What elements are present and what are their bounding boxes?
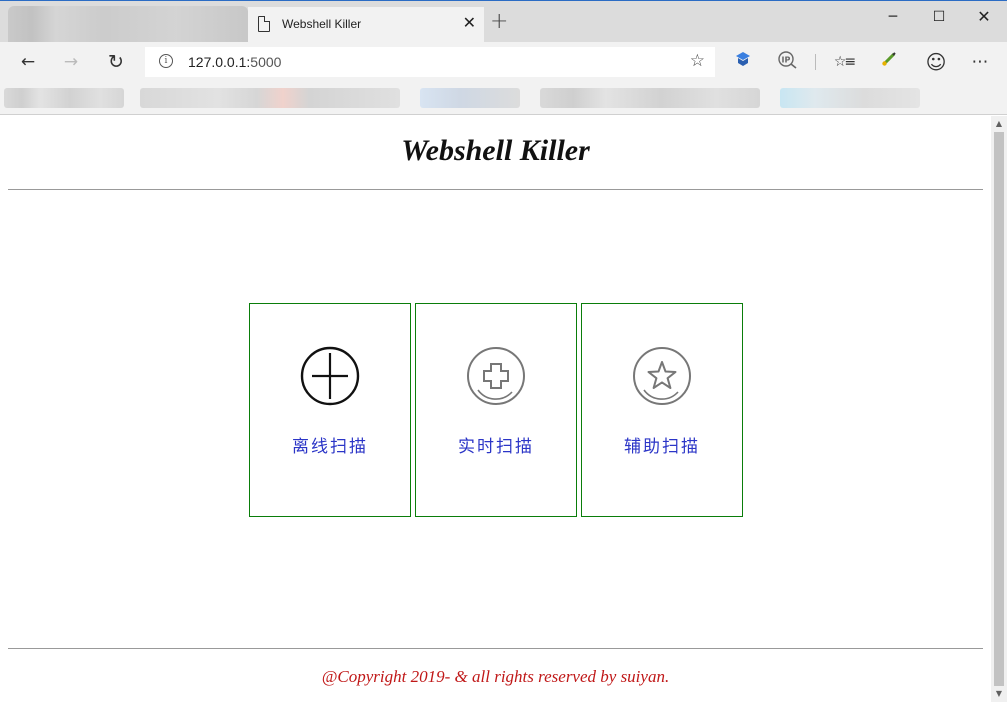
scroll-down-icon[interactable]: ▼ (991, 687, 1007, 701)
refresh-icon[interactable]: ↻ (104, 50, 128, 74)
crosshair-circle-icon (300, 346, 360, 406)
new-tab-button[interactable]: + (490, 11, 508, 33)
favorite-item[interactable] (4, 88, 124, 108)
address-url[interactable]: 127.0.0.1:5000 (188, 54, 281, 70)
page-scrollbar[interactable]: ▲ ▼ (991, 116, 1007, 702)
assist-scan-label: 辅助扫描 (624, 437, 700, 457)
back-arrow-icon[interactable]: ← (16, 50, 40, 74)
star-circle-icon (633, 347, 691, 405)
forward-arrow-icon[interactable]: → (59, 50, 83, 74)
footer-divider (8, 648, 983, 649)
offline-scan-label: 离线扫描 (292, 437, 368, 457)
browser-toolbar: ← → ↻ i 127.0.0.1:5000 ☆ IP ☆≡ ☺ ⋯ (0, 42, 1007, 82)
scroll-up-icon[interactable]: ▲ (991, 117, 1007, 131)
favorites-bar (0, 82, 1007, 115)
realtime-scan-label: 实时扫描 (458, 437, 534, 457)
blurred-tab[interactable] (8, 6, 248, 42)
minimize-button[interactable]: ─ (870, 5, 916, 29)
offline-scan-card[interactable]: 离线扫描 (249, 303, 411, 517)
favorite-item[interactable] (140, 88, 400, 108)
svg-text:IP: IP (782, 56, 791, 65)
assist-scan-card[interactable]: 辅助扫描 (581, 303, 743, 517)
extension-shield-icon[interactable] (731, 50, 755, 74)
realtime-scan-card[interactable]: 实时扫描 (415, 303, 577, 517)
address-bar[interactable]: i 127.0.0.1:5000 ☆ (145, 47, 715, 77)
page-title: Webshell Killer (401, 134, 590, 167)
pen-extension-icon[interactable] (877, 50, 901, 74)
favorite-star-icon[interactable]: ☆ (690, 51, 705, 71)
favorite-item[interactable] (780, 88, 920, 108)
copyright-footer: @Copyright 2019- & all rights reserved b… (321, 667, 670, 686)
site-info-icon[interactable]: i (159, 54, 173, 68)
favorites-hub-icon[interactable]: ☆≡ (832, 50, 856, 74)
scan-cards: 离线扫描 实时扫描 辅助扫描 (249, 303, 745, 517)
page-icon (258, 16, 270, 32)
maximize-button[interactable]: ☐ (916, 5, 962, 29)
toolbar-separator (815, 54, 816, 70)
page-viewport: Webshell Killer 离线扫描 实时扫描 辅助扫描 @Copyrigh… (0, 116, 991, 702)
plus-circle-icon (467, 347, 525, 405)
ip-extension-icon[interactable]: IP (776, 50, 800, 74)
header-divider (8, 189, 983, 190)
feedback-smiley-icon[interactable]: ☺ (924, 50, 948, 74)
favorite-item[interactable] (540, 88, 760, 108)
more-menu-icon[interactable]: ⋯ (968, 50, 992, 74)
browser-title-bar: Webshell Killer ✕ + ─ ☐ ✕ (0, 0, 1007, 43)
close-tab-icon[interactable]: ✕ (463, 13, 476, 33)
scrollbar-thumb[interactable] (994, 132, 1004, 686)
favorite-item[interactable] (420, 88, 520, 108)
close-window-button[interactable]: ✕ (961, 5, 1007, 29)
active-tab[interactable]: Webshell Killer ✕ (248, 7, 484, 43)
tab-title: Webshell Killer (282, 17, 362, 31)
